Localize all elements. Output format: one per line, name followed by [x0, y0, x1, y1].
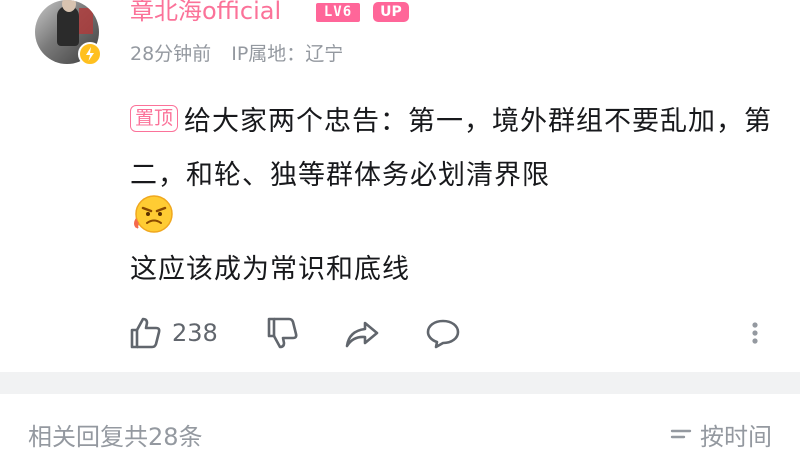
more-vertical-icon [745, 315, 765, 351]
sort-label: 按时间 [700, 423, 772, 451]
replies-header: 相关回复共28条 按时间 [0, 394, 800, 451]
avatar-detail [79, 8, 93, 34]
ip-location: IP属地：辽宁 [231, 43, 344, 65]
verified-lightning-icon [78, 42, 102, 66]
username[interactable]: 章北海official [130, 0, 281, 26]
comment-time: 28分钟前 [130, 43, 212, 65]
sort-by-time-button[interactable]: 按时间 [670, 422, 772, 452]
like-button[interactable]: 238 [128, 310, 218, 356]
comment-text-body: 给大家两个忠告：第一，境外群组不要乱加，第二，和轮、独等群体务必划清界限 [130, 106, 773, 191]
angry-face-emoji-icon [130, 192, 182, 240]
thumbs-down-icon [265, 315, 301, 351]
comment-actions: 238 [0, 310, 800, 356]
share-icon [343, 315, 381, 351]
comment-meta: 28分钟前 IP属地：辽宁 [130, 42, 343, 66]
up-badge: UP [373, 2, 409, 22]
comment-text-line2: 这应该成为常识和底线 [130, 254, 410, 285]
related-replies-count: 相关回复共28条 [28, 423, 203, 451]
comment-card: 章北海official LV6 UP 28分钟前 IP属地：辽宁 置顶 给大家两个… [0, 0, 800, 372]
avatar-figure [57, 6, 79, 46]
comment-text: 置顶 给大家两个忠告：第一，境外群组不要乱加，第二，和轮、独等群体务必划清界限 [130, 95, 780, 203]
reply-bubble-icon [424, 315, 462, 351]
pinned-badge: 置顶 [130, 105, 179, 132]
level-badge: LV6 [316, 3, 360, 22]
like-count: 238 [172, 319, 218, 347]
thumbs-up-icon [128, 315, 164, 351]
reply-button[interactable] [424, 310, 462, 356]
dislike-button[interactable] [265, 310, 301, 356]
sort-icon [670, 422, 692, 452]
share-button[interactable] [343, 310, 381, 356]
section-divider [0, 372, 800, 394]
more-options-button[interactable] [745, 310, 765, 356]
